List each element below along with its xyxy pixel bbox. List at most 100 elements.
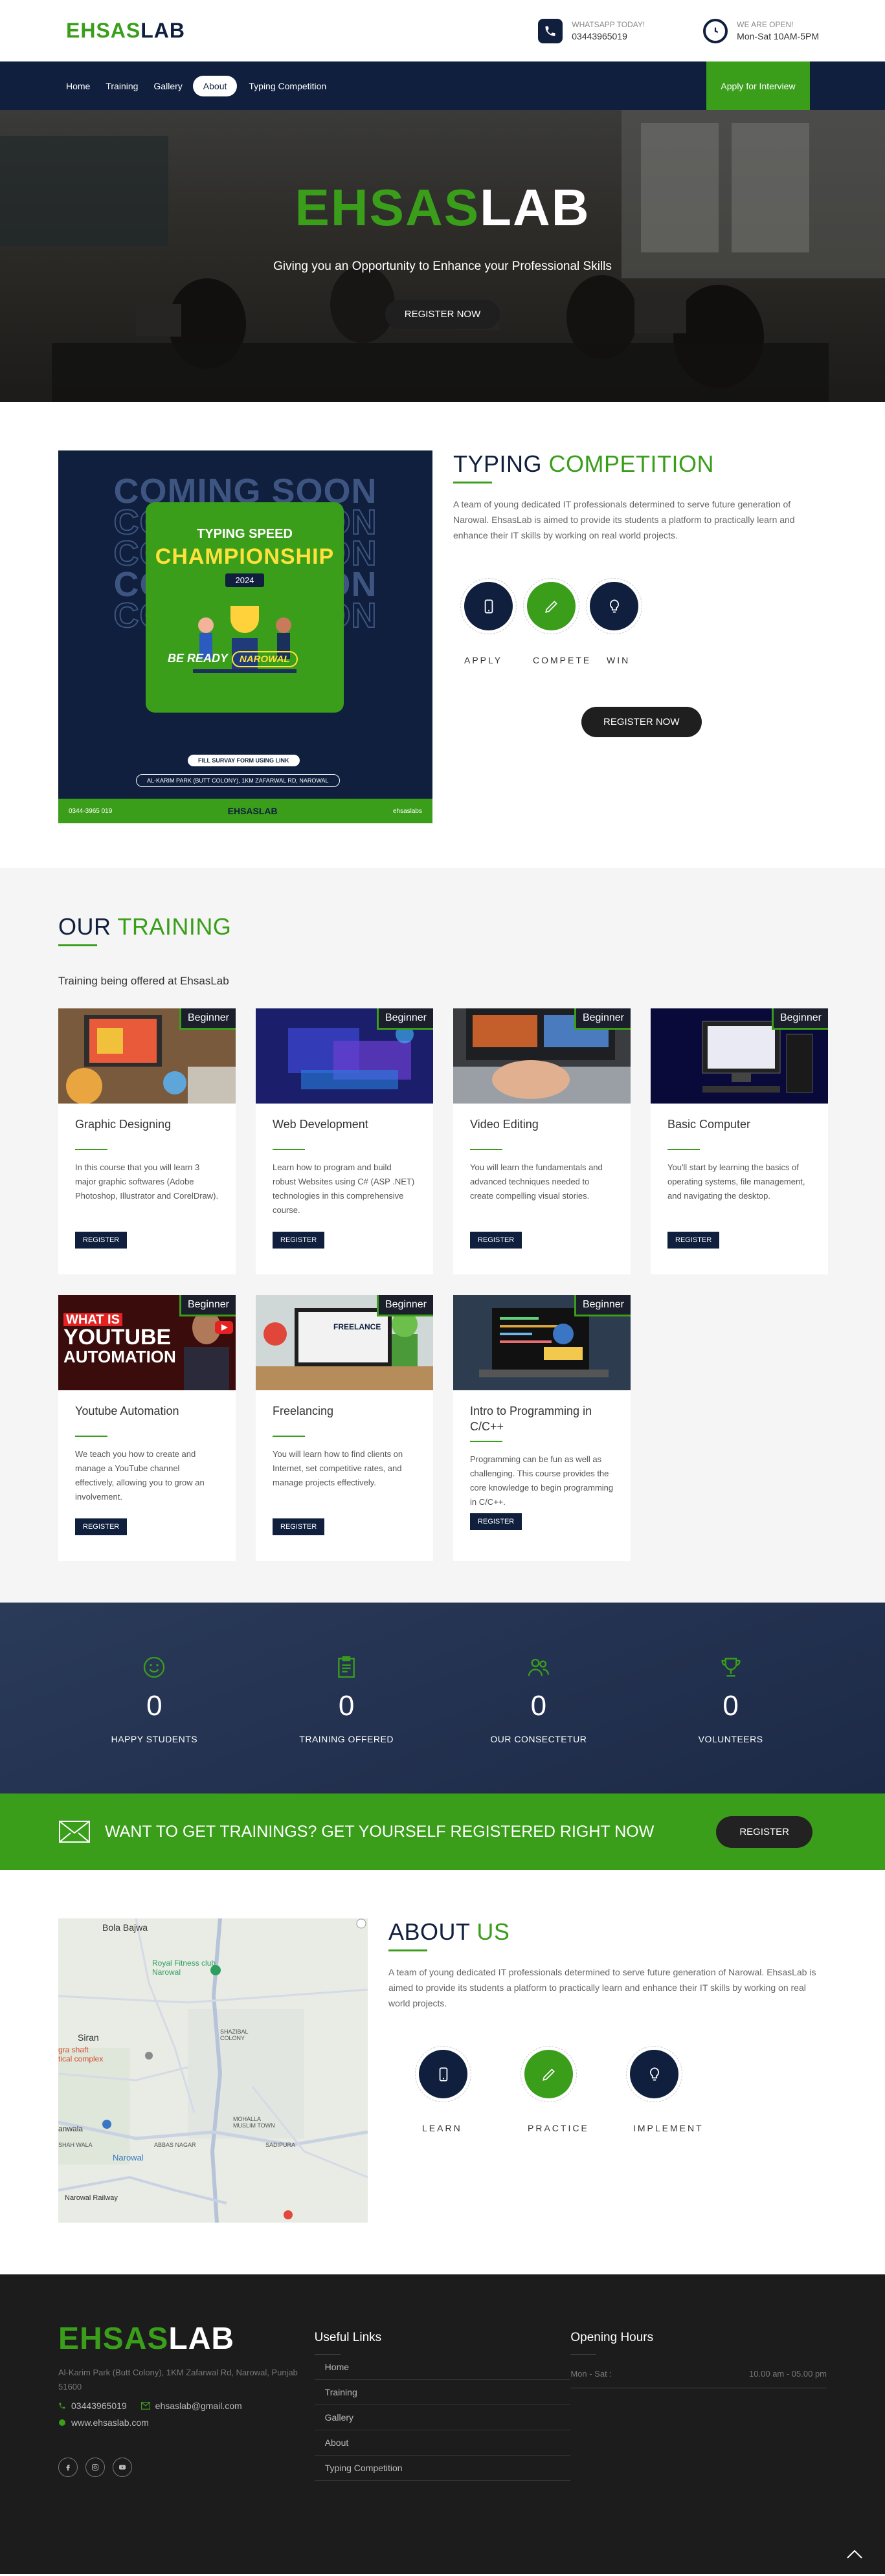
course-description: You will learn the fundamentals and adva… bbox=[470, 1162, 603, 1201]
course-description: Learn how to program and build robust We… bbox=[273, 1162, 415, 1215]
hero-banner: EHSASLAB Giving you an Opportunity to En… bbox=[0, 110, 885, 402]
course-thumbnail: Beginner bbox=[453, 1008, 631, 1104]
envelope-icon bbox=[59, 1821, 90, 1843]
course-title: Freelancing bbox=[273, 1405, 334, 1417]
course-register-button[interactable]: REGISTER bbox=[667, 1232, 720, 1249]
level-badge: Beginner bbox=[376, 1295, 433, 1316]
whatsapp-number[interactable]: 03443965019 bbox=[572, 31, 645, 41]
course-register-button[interactable]: REGISTER bbox=[75, 1232, 128, 1249]
implement-label: IMPLEMENT bbox=[633, 2123, 704, 2133]
map-label: Siran bbox=[78, 2032, 99, 2043]
users-icon bbox=[528, 1658, 550, 1676]
map-label: Narowal bbox=[113, 2153, 144, 2162]
scroll-to-top-button[interactable] bbox=[846, 2549, 863, 2562]
training-subtitle: Training being offered at EhsasLab bbox=[58, 975, 229, 987]
map-label: ABBAS NAGAR bbox=[154, 2142, 196, 2148]
course-thumbnail: FREELANCE Beginner bbox=[256, 1295, 433, 1390]
stat-value: 0 bbox=[146, 1690, 162, 1722]
map-label: MOHALLA MUSLIM TOWN bbox=[233, 2116, 275, 2129]
instagram-icon[interactable] bbox=[85, 2458, 105, 2477]
lightbulb-icon bbox=[609, 599, 619, 613]
course-register-button[interactable]: REGISTER bbox=[75, 1518, 128, 1535]
poster-address: AL-KARIM PARK (BUTT COLONY), 1KM ZAFARWA… bbox=[136, 774, 340, 787]
course-card-freelancing: FREELANCE Beginner Freelancing You will … bbox=[256, 1295, 433, 1561]
location-map[interactable]: Bola Bajwa Royal Fitness club Narowal SH… bbox=[58, 1918, 368, 2223]
stat-volunteers: 0 VOLUNTEERS bbox=[634, 1603, 827, 1793]
footer-website[interactable]: www.ehsaslab.com bbox=[71, 2417, 149, 2428]
footer-link-home[interactable]: Home bbox=[314, 2355, 571, 2380]
whatsapp-label: WHATSAPP TODAY! bbox=[572, 20, 645, 29]
course-register-button[interactable]: REGISTER bbox=[470, 1513, 522, 1530]
map-label: SHAH WALA bbox=[58, 2142, 93, 2148]
nav-gallery[interactable]: Gallery bbox=[153, 76, 182, 96]
register-cta-banner: WANT TO GET TRAININGS? GET YOURSELF REGI… bbox=[0, 1793, 885, 1870]
nav-about[interactable]: About bbox=[192, 75, 238, 96]
map-label: SADIPURA bbox=[265, 2142, 296, 2148]
map-label: SHAZIBAL COLONY bbox=[220, 2028, 249, 2041]
nav-home[interactable]: Home bbox=[66, 76, 90, 96]
title-underline bbox=[58, 944, 97, 946]
cta-register-button[interactable]: REGISTER bbox=[716, 1815, 812, 1848]
hours-day: Mon - Sat : bbox=[570, 2369, 612, 2379]
course-card-intro-to-programming: Beginner Intro to Programming in C/C++ P… bbox=[453, 1295, 631, 1561]
apply-step-circle bbox=[460, 578, 517, 634]
footer-address: Al-Karim Park (Butt Colony), 1KM Zafarwa… bbox=[58, 2368, 298, 2392]
title-underline bbox=[388, 1949, 427, 1951]
nav-typing-competition[interactable]: Typing Competition bbox=[249, 76, 326, 96]
opening-hours-title: Opening Hours bbox=[570, 2331, 654, 2344]
about-title: ABOUT US bbox=[388, 1918, 510, 1945]
course-card-graphic-designing: Beginner Graphic Designing In this cours… bbox=[58, 1008, 236, 1274]
level-badge: Beginner bbox=[179, 1295, 236, 1316]
course-title: Basic Computer bbox=[667, 1118, 751, 1131]
footer-email[interactable]: ehsaslab@gmail.com bbox=[155, 2401, 242, 2411]
course-card-basic-computer: Beginner Basic Computer You'll start by … bbox=[651, 1008, 828, 1274]
compete-step-circle bbox=[523, 578, 579, 634]
poster-line2: CHAMPIONSHIP bbox=[155, 544, 335, 569]
cta-text: WANT TO GET TRAININGS? GET YOURSELF REGI… bbox=[105, 1822, 655, 1841]
footer-logo[interactable]: EHSASLAB bbox=[58, 2321, 315, 2357]
course-register-button[interactable]: REGISTER bbox=[273, 1518, 325, 1535]
course-register-button[interactable]: REGISTER bbox=[273, 1232, 325, 1249]
footer-link-training[interactable]: Training bbox=[314, 2380, 571, 2405]
footer-link-about[interactable]: About bbox=[314, 2430, 571, 2456]
course-thumbnail: Beginner bbox=[58, 1008, 236, 1104]
footer-phone[interactable]: 03443965019 bbox=[71, 2401, 127, 2411]
course-thumbnail: Beginner bbox=[256, 1008, 433, 1104]
poster-phone: 0344-3965 019 bbox=[69, 807, 113, 815]
smile-icon bbox=[144, 1656, 165, 1678]
footer-link-typing-competition[interactable]: Typing Competition bbox=[314, 2456, 571, 2481]
footer-link-gallery[interactable]: Gallery bbox=[314, 2405, 571, 2430]
open-hours: Mon-Sat 10AM-5PM bbox=[737, 31, 819, 41]
typing-competition-section: COMING SOON COMING SOON COMING SOON COMI… bbox=[0, 402, 885, 868]
learn-step-circle bbox=[415, 2046, 471, 2102]
useful-links-title: Useful Links bbox=[314, 2331, 382, 2344]
typing-register-button[interactable]: REGISTER NOW bbox=[581, 707, 702, 737]
mobile-icon bbox=[484, 599, 493, 614]
typing-competition-title: TYPING COMPETITION bbox=[453, 450, 715, 477]
youtube-icon[interactable] bbox=[113, 2458, 132, 2477]
course-title: Video Editing bbox=[470, 1118, 539, 1131]
stat-value: 0 bbox=[530, 1690, 547, 1722]
logo-navy-text: LAB bbox=[140, 19, 186, 42]
clock-icon bbox=[703, 18, 728, 43]
nav-training[interactable]: Training bbox=[106, 76, 138, 96]
level-badge: Beginner bbox=[376, 1008, 433, 1030]
about-paragraph: A team of young dedicated IT professiona… bbox=[388, 1967, 816, 2008]
training-section: OUR TRAINING Training being offered at E… bbox=[0, 868, 885, 1603]
compete-label: COMPETE bbox=[533, 655, 592, 665]
hero-subtitle: Giving you an Opportunity to Enhance you… bbox=[273, 260, 612, 273]
poster-footer: 0344-3965 019 EHSASLAB ehsaslabs bbox=[58, 799, 432, 823]
map-label: gra shaft bbox=[58, 2045, 89, 2054]
site-logo[interactable]: EHSASLAB bbox=[66, 19, 185, 43]
hero-register-button[interactable]: REGISTER NOW bbox=[385, 300, 500, 329]
poster-brand: EHSASLAB bbox=[227, 806, 278, 816]
practice-label: PRACTICE bbox=[528, 2123, 589, 2133]
poster-handle: ehsaslabs bbox=[392, 807, 422, 815]
title-underline bbox=[453, 482, 492, 483]
facebook-icon[interactable] bbox=[58, 2458, 78, 2477]
level-badge: Beginner bbox=[771, 1008, 828, 1030]
stats-section: 0 HAPPY STUDENTS 0 TRAINING OFFERED 0 OU… bbox=[0, 1603, 885, 1793]
pencil-icon bbox=[542, 2068, 555, 2081]
course-register-button[interactable]: REGISTER bbox=[470, 1232, 522, 1249]
apply-for-interview-button[interactable]: Apply for Interview bbox=[706, 61, 810, 110]
